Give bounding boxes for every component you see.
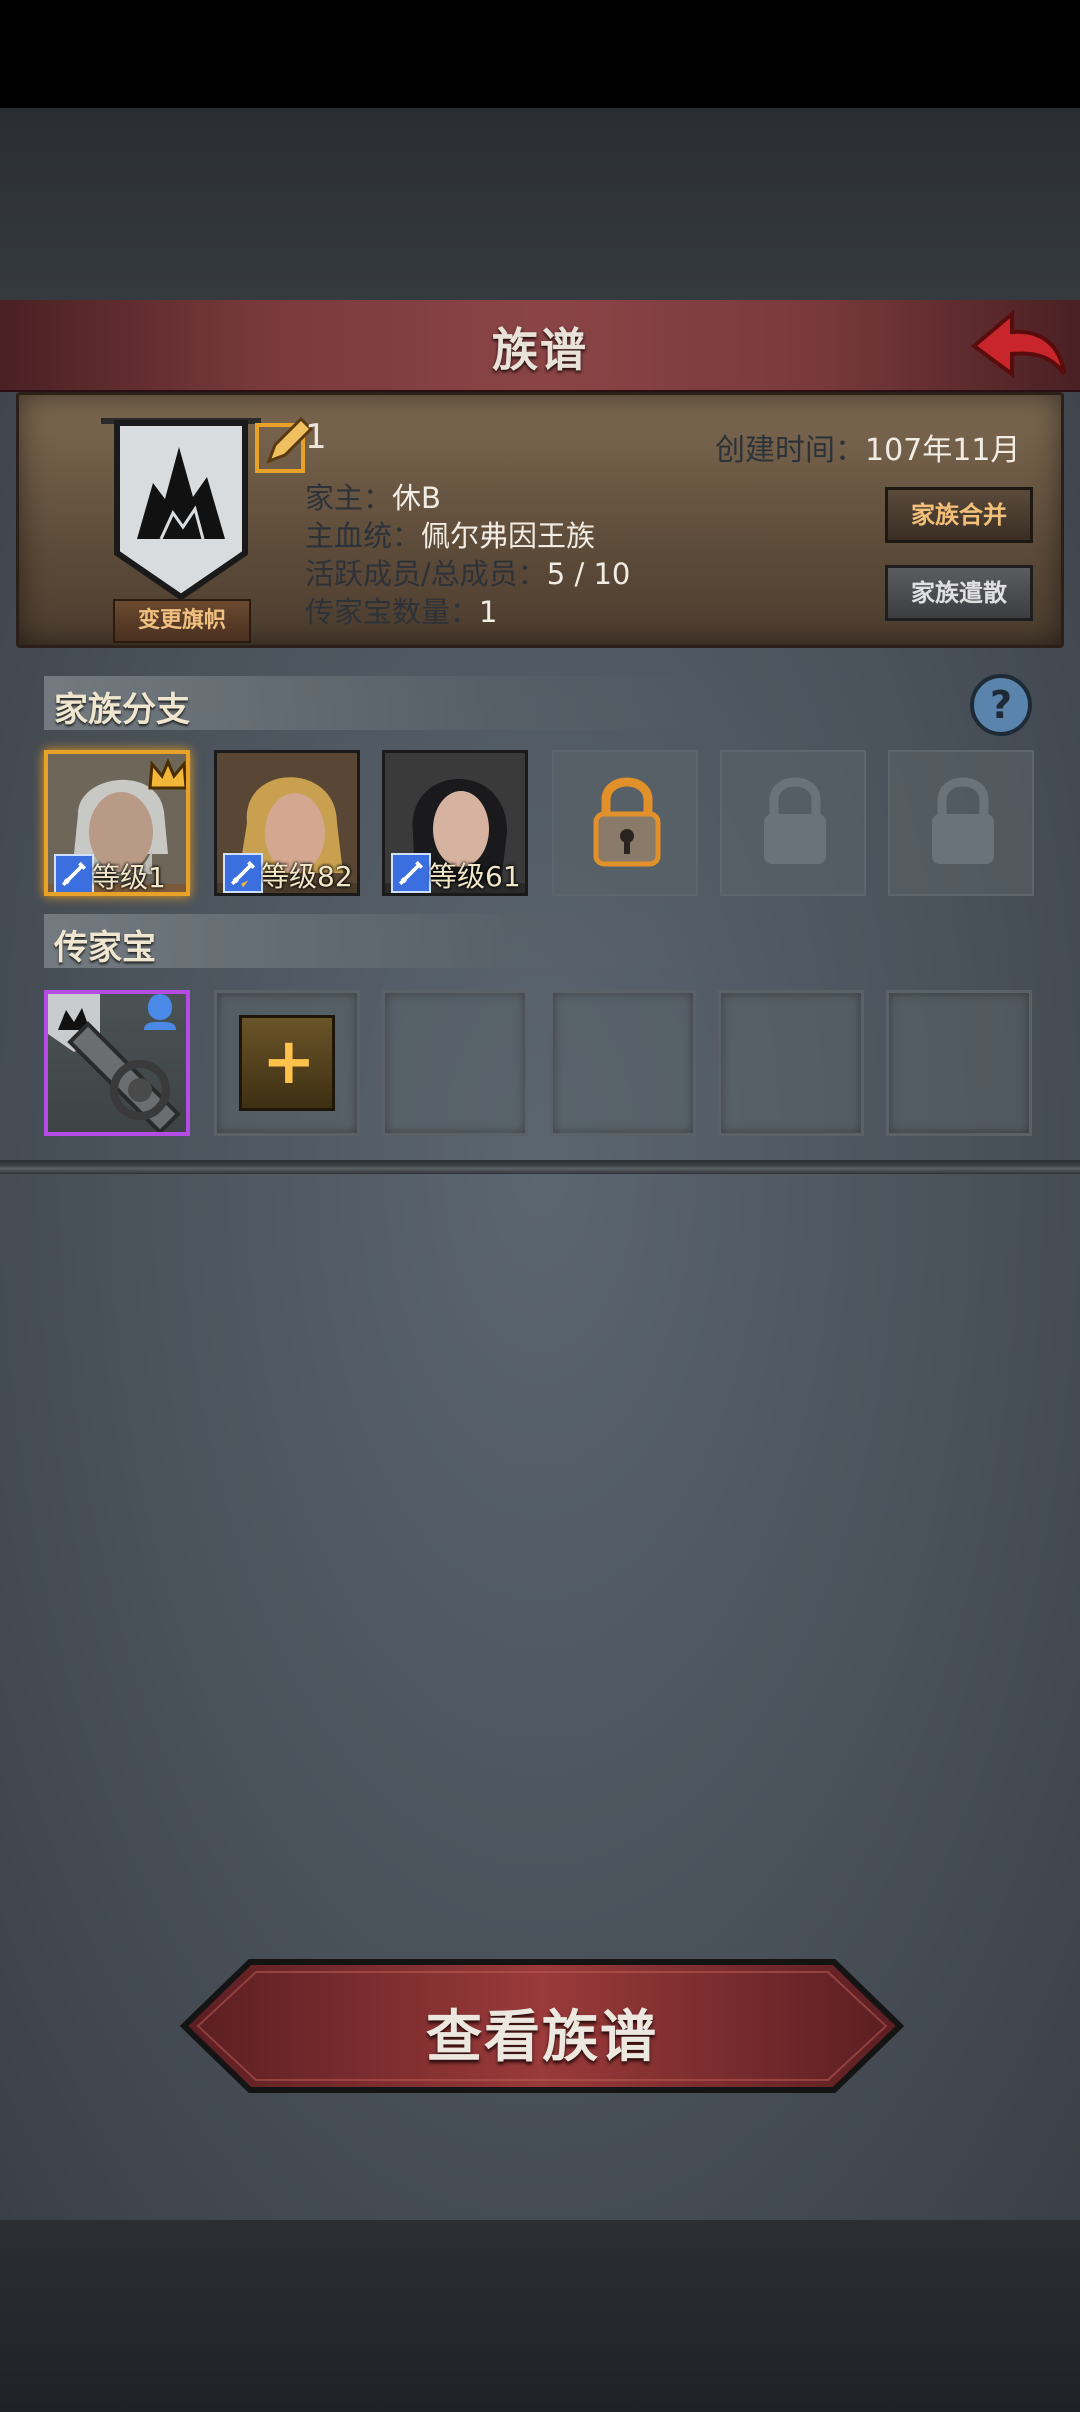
- branch-member-slot[interactable]: 等级1: [44, 750, 190, 896]
- created-value: 107年11月: [865, 433, 1021, 468]
- lock-icon: [764, 777, 826, 864]
- back-arrow-icon[interactable]: [968, 308, 1068, 386]
- family-head-value: 休B: [392, 481, 441, 515]
- title-bar: 族谱: [0, 300, 1080, 392]
- members-value: 5 / 10: [546, 557, 631, 591]
- branches-title: 家族分支: [54, 690, 190, 730]
- bloodline-line: 主血统：佩尔弗因王族: [305, 513, 595, 555]
- bloodline-label: 主血统：: [305, 519, 422, 553]
- created-time: 创建时间：107年11月: [715, 425, 1020, 469]
- family-count: 1: [305, 417, 327, 457]
- members-label: 活跃成员/总成员：: [305, 557, 547, 591]
- empty-heirloom-slot: [550, 990, 696, 1136]
- branch-member-slot[interactable]: 等级61: [382, 750, 528, 896]
- lock-icon: [593, 777, 661, 867]
- page-title: 族谱: [492, 323, 588, 377]
- bloodline-value: 佩尔弗因王族: [421, 519, 596, 553]
- unlockable-branch-slot[interactable]: [552, 750, 698, 896]
- heirloom-count-value: 1: [479, 595, 498, 629]
- heirloom-count-line: 传家宝数量：1: [305, 589, 497, 631]
- empty-heirloom-slot: [718, 990, 864, 1136]
- sword-class-icon: [223, 853, 263, 893]
- locked-branch-slot: [720, 750, 866, 896]
- branches-header: 家族分支: [44, 676, 704, 730]
- plus-icon: +: [262, 1025, 316, 1099]
- family-tree-panel: 族谱 变更旗帜 1 家主：休B 主血统：佩尔弗因王族 活跃成员/总成员：5 / …: [0, 300, 1080, 2220]
- disband-family-button[interactable]: 家族遣散: [885, 565, 1033, 621]
- status-bar-area: [0, 0, 1080, 108]
- heirlooms-header: 传家宝: [44, 914, 704, 968]
- lock-icon: [932, 777, 994, 864]
- help-icon[interactable]: ?: [968, 672, 1034, 738]
- add-heirloom-slot[interactable]: +: [214, 990, 360, 1136]
- sword-class-icon: [54, 854, 94, 892]
- members-line: 活跃成员/总成员：5 / 10: [305, 551, 630, 593]
- empty-heirloom-slot: [886, 990, 1032, 1136]
- add-heirloom-button[interactable]: +: [239, 1015, 335, 1111]
- heirlooms-title: 传家宝: [54, 928, 156, 968]
- branch-member-slot[interactable]: 等级82: [214, 750, 360, 896]
- section-divider: [0, 1160, 1080, 1174]
- member-level: 等级82: [261, 860, 353, 893]
- sword-class-icon: [391, 853, 431, 893]
- merge-family-button[interactable]: 家族合并: [885, 487, 1033, 543]
- heirloom-weapon-icon: [48, 994, 181, 1132]
- heirloom-count-label: 传家宝数量：: [305, 595, 480, 629]
- backdrop-bottom: [0, 2220, 1080, 2412]
- empty-heirloom-slot: [382, 990, 528, 1136]
- member-level: 等级1: [92, 861, 166, 894]
- created-label: 创建时间：: [715, 433, 865, 468]
- heirloom-slot[interactable]: [44, 990, 190, 1136]
- svg-text:?: ?: [990, 683, 1012, 727]
- locked-branch-slot: [888, 750, 1034, 896]
- member-level: 等级61: [429, 860, 521, 893]
- change-banner-button[interactable]: 变更旗帜: [113, 599, 251, 643]
- family-crest-icon[interactable]: [101, 413, 261, 603]
- family-head-line: 家主：休B: [305, 475, 441, 517]
- crown-icon: [148, 758, 186, 790]
- backdrop-top: [0, 108, 1080, 300]
- family-info-card: 变更旗帜 1 家主：休B 主血统：佩尔弗因王族 活跃成员/总成员：5 / 10 …: [16, 392, 1064, 648]
- view-family-tree-button[interactable]: 查看族谱: [179, 1958, 905, 2094]
- family-head-label: 家主：: [305, 481, 393, 515]
- view-family-tree-label: 查看族谱: [426, 2005, 658, 2070]
